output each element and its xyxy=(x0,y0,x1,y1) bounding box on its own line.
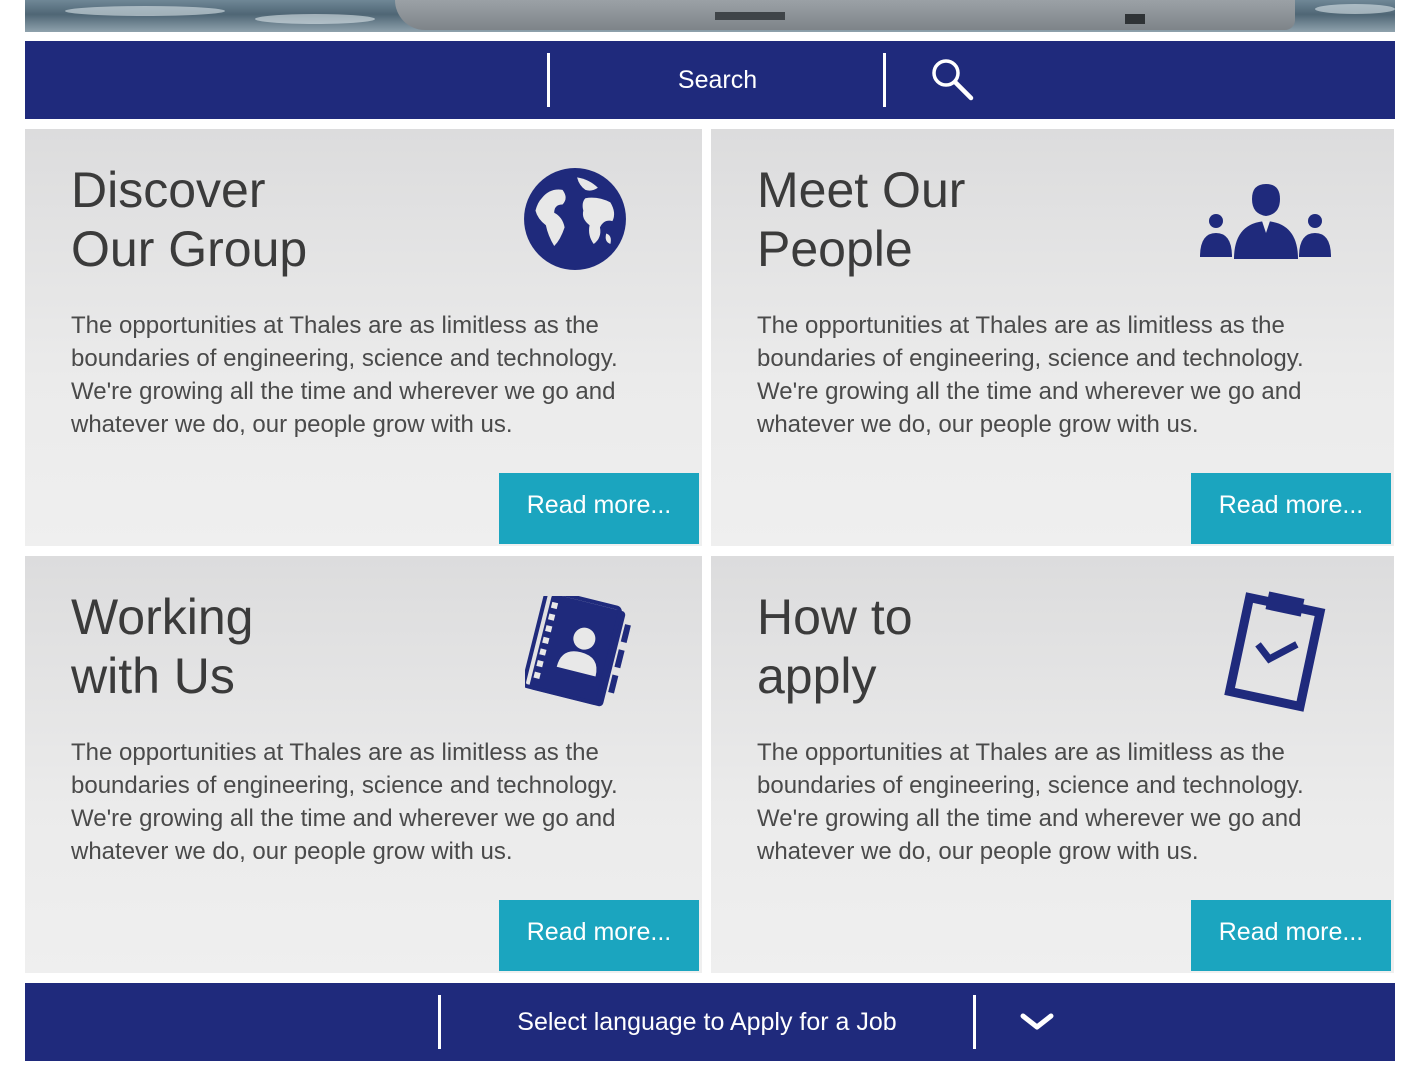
card-description: The opportunities at Thales are as limit… xyxy=(71,312,618,438)
search-bar: Search xyxy=(25,41,1395,119)
card-title: Meet Our People xyxy=(757,162,966,277)
card-title: Discover Our Group xyxy=(71,162,308,277)
clipboard-check-icon xyxy=(1224,591,1326,712)
globe-icon xyxy=(524,168,626,270)
card-description: The opportunities at Thales are as limit… xyxy=(71,739,618,865)
search-input[interactable]: Search xyxy=(550,41,885,119)
read-more-button[interactable]: Read more... xyxy=(1191,900,1391,971)
card-title: Working with Us xyxy=(71,589,254,704)
read-more-button[interactable]: Read more... xyxy=(499,473,699,544)
card-working-with-us: Working with Us The opportunities at Tha… xyxy=(25,556,702,973)
address-book-icon xyxy=(525,596,631,707)
hero-image xyxy=(25,0,1395,32)
read-more-button[interactable]: Read more... xyxy=(499,900,699,971)
card-title: How to apply xyxy=(757,589,913,704)
language-select-label[interactable]: Select language to Apply for a Job xyxy=(441,983,973,1061)
card-how-to-apply: How to apply The opportunities at Thales… xyxy=(711,556,1394,973)
card-description: The opportunities at Thales are as limit… xyxy=(757,312,1304,438)
read-more-button[interactable]: Read more... xyxy=(1191,473,1391,544)
people-group-icon xyxy=(1200,184,1331,259)
card-description: The opportunities at Thales are as limit… xyxy=(757,739,1304,865)
language-select[interactable]: Select language to Apply for a Job xyxy=(25,983,1395,1061)
search-icon[interactable] xyxy=(930,57,974,101)
ship-hull xyxy=(395,0,1295,30)
card-discover-our-group: Discover Our Group The opportunities at … xyxy=(25,129,702,546)
chevron-down-icon[interactable] xyxy=(1020,1011,1054,1033)
card-meet-our-people: Meet Our People The opportunities at Tha… xyxy=(711,129,1394,546)
search-divider-right xyxy=(883,53,886,107)
language-divider-right xyxy=(973,995,976,1049)
